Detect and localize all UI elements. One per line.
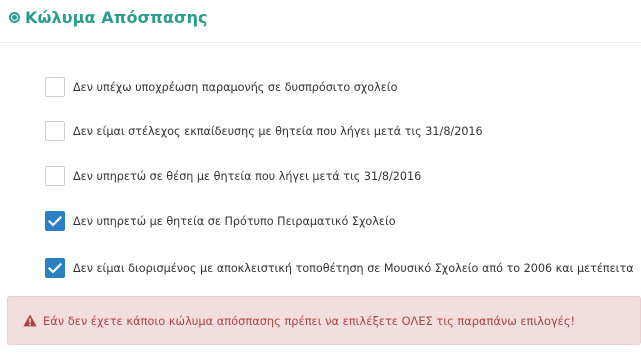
checkbox-unchecked[interactable] (45, 166, 65, 186)
warning-alert: Εάν δεν έχετε κάποιο κώλυμα απόσπασης πρ… (7, 296, 641, 345)
divider (0, 42, 641, 43)
kolyma-apospasis-panel: Κώλυμα Απόσπασης Δεν υπέχω υποχρέωση παρ… (0, 0, 641, 356)
option-label: Δεν υπηρετώ σε θέση με θητεία που λήγει … (73, 169, 422, 183)
option-label: Δεν είμαι διορισμένος με αποκλειστική το… (73, 261, 634, 275)
option-mousiko-scholeio[interactable]: Δεν είμαι διορισμένος με αποκλειστική το… (45, 258, 634, 278)
section-header: Κώλυμα Απόσπασης (9, 5, 208, 29)
checkbox-unchecked[interactable] (45, 121, 65, 141)
option-label: Δεν υπηρετώ με θητεία σε Πρότυπο Πειραμα… (73, 214, 396, 228)
option-stelexos[interactable]: Δεν είμαι στέλεχος εκπαίδευσης με θητεία… (45, 121, 483, 141)
option-label: Δεν είμαι στέλεχος εκπαίδευσης με θητεία… (73, 124, 483, 138)
option-label: Δεν υπέχω υποχρέωση παραμονής σε δυσπρόσ… (73, 80, 398, 94)
option-thesi-thiteia[interactable]: Δεν υπηρετώ σε θέση με θητεία που λήγει … (45, 166, 421, 186)
checkbox-checked[interactable] (45, 258, 65, 278)
option-protypo-scholeio[interactable]: Δεν υπηρετώ με θητεία σε Πρότυπο Πειραμα… (45, 211, 396, 231)
checkbox-unchecked[interactable] (45, 77, 65, 97)
checkbox-checked[interactable] (45, 211, 65, 231)
option-dysprositos[interactable]: Δεν υπέχω υποχρέωση παραμονής σε δυσπρόσ… (45, 77, 397, 97)
section-title: Κώλυμα Απόσπασης (25, 7, 208, 27)
warning-icon (23, 314, 37, 327)
checkmark-icon (48, 215, 62, 227)
alert-message: Εάν δεν έχετε κάποιο κώλυμα απόσπασης πρ… (43, 313, 576, 328)
radio-circle-icon (9, 11, 20, 23)
checkmark-icon (48, 262, 62, 274)
